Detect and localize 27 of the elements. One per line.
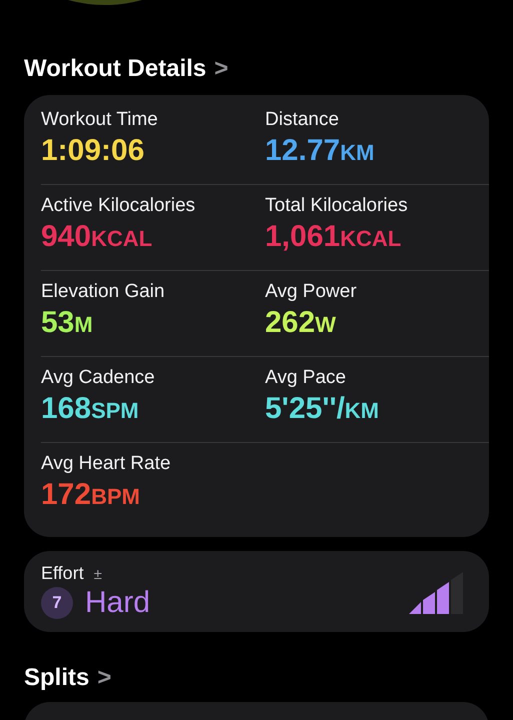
metric-value: 1:09:06 bbox=[41, 134, 146, 168]
section-title[interactable]: Workout Details bbox=[24, 55, 206, 83]
metric-label: Avg Pace bbox=[265, 367, 347, 389]
metric-label: Avg Heart Rate bbox=[41, 453, 172, 475]
metric-value: 12.77KM bbox=[265, 134, 376, 168]
metric-label: Avg Cadence bbox=[41, 367, 156, 389]
metric-value: 5'25''/KM bbox=[265, 392, 380, 426]
metric-label: Total Kilocalories bbox=[265, 195, 409, 217]
metric-value: 168SPM bbox=[41, 392, 140, 426]
adjust-icon[interactable]: ± bbox=[94, 566, 102, 583]
metric-label: Active Kilocalories bbox=[41, 195, 196, 217]
effort-card[interactable]: Effort ± 7 Hard bbox=[24, 551, 489, 632]
metric-label: Avg Power bbox=[265, 281, 358, 303]
metric-value: 940KCAL bbox=[41, 220, 154, 254]
metric-value: 262W bbox=[265, 306, 337, 340]
effort-rating: Hard bbox=[85, 586, 150, 620]
metric-value: 1,061KCAL bbox=[265, 220, 402, 254]
chevron-icon[interactable]: > bbox=[214, 55, 228, 83]
effort-score: 7 bbox=[41, 587, 73, 619]
metric-label: Distance bbox=[265, 109, 340, 131]
metric-label: Workout Time bbox=[41, 109, 159, 131]
metric-value: 172BPM bbox=[41, 478, 141, 512]
metric-value: 53M bbox=[41, 306, 94, 340]
section-title[interactable]: Splits bbox=[24, 664, 90, 692]
effort-label: Effort bbox=[41, 563, 84, 583]
chevron-icon[interactable]: > bbox=[97, 664, 112, 692]
metric-label: Elevation Gain bbox=[41, 281, 166, 303]
